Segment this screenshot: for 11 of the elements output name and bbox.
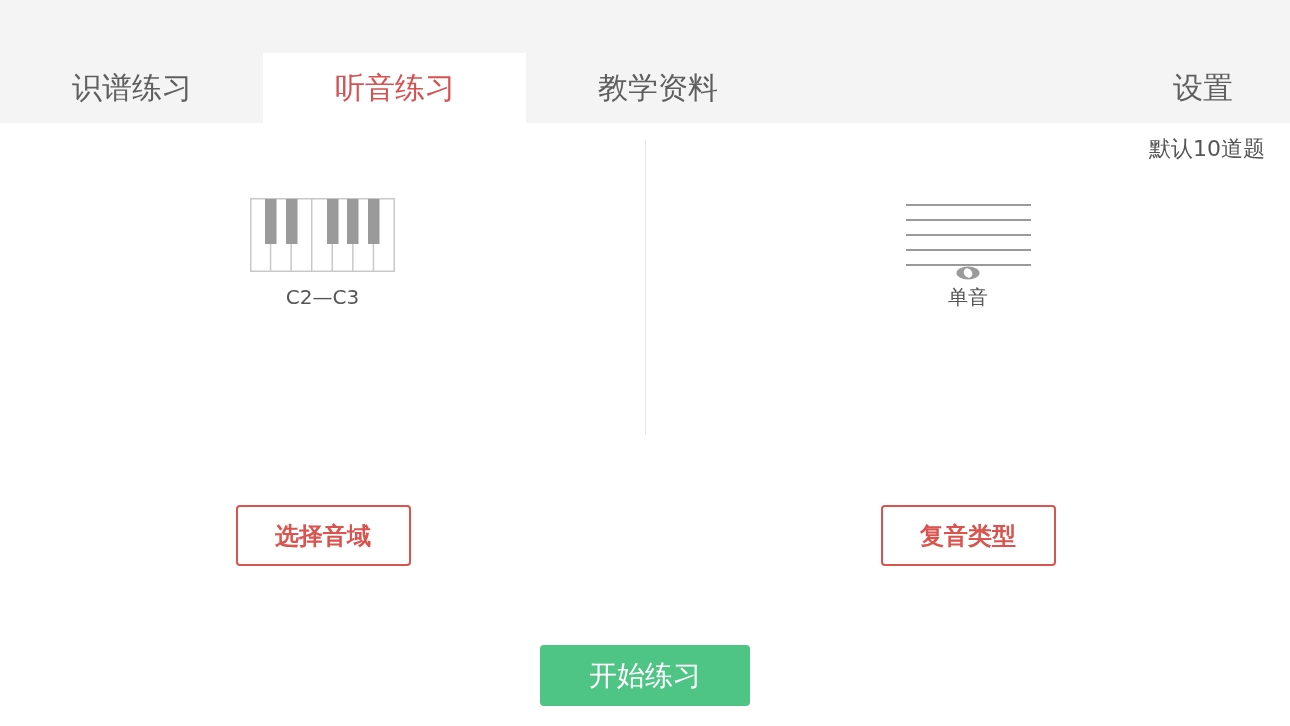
question-count-text: 默认10道题 <box>1149 136 1265 162</box>
tab[interactable]: 教学资料 <box>526 53 789 123</box>
type-button[interactable]: 复音类型 <box>880 505 1056 566</box>
settings-tab[interactable]: 设置 <box>1153 53 1290 123</box>
range-label: C2—C3 <box>285 285 360 309</box>
tab[interactable]: 听音练习 <box>263 53 526 123</box>
type-label: 单音 <box>948 285 988 309</box>
tab[interactable]: 识谱练习 <box>0 53 263 123</box>
piano-keys-icon <box>250 198 395 272</box>
select-range-button[interactable]: 选择音域 <box>235 505 411 566</box>
start-practice-button[interactable]: 开始练习 <box>540 645 750 706</box>
